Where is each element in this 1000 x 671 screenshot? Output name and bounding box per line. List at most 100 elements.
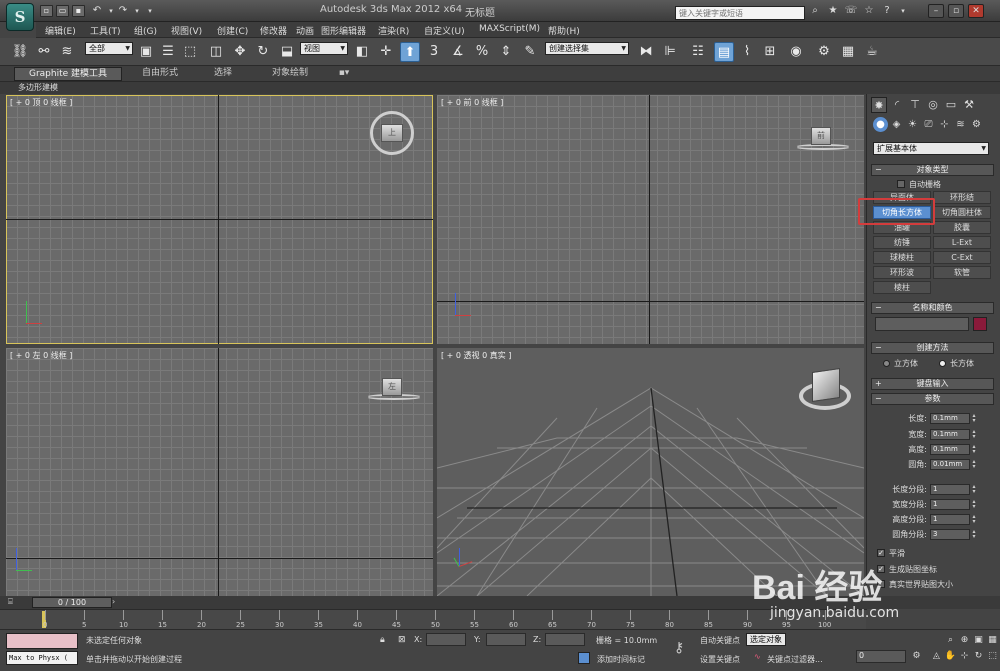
layer-manager-icon[interactable]: ☷ — [688, 42, 708, 62]
rendered-frame-window-icon[interactable]: ▦ — [838, 42, 858, 62]
edit-named-selection-icon[interactable]: ✎ — [520, 42, 540, 62]
viewport-label[interactable]: [ + 0 透视 0 真实 ] — [441, 350, 511, 361]
pan-icon[interactable]: ✋ — [944, 650, 957, 663]
undo-icon[interactable]: ↶ — [90, 5, 104, 18]
fillet-input[interactable]: 0.01mm — [930, 459, 970, 470]
geometry-icon[interactable]: ● — [873, 117, 888, 132]
torus-knot-button[interactable]: 环形结 — [933, 191, 991, 204]
rollout-creation-method[interactable]: − 创建方法 — [871, 342, 994, 354]
ribbon-options-icon[interactable]: ▪▾ — [334, 67, 354, 81]
l-ext-button[interactable]: L-Ext — [933, 236, 991, 249]
zoom-extents-icon[interactable]: ▣ — [972, 634, 985, 647]
select-and-link-icon[interactable]: ⛓ — [10, 42, 30, 62]
tab-freeform[interactable]: 自由形式 — [130, 67, 190, 81]
selection-filter-dropdown[interactable]: 全部 — [85, 42, 133, 55]
time-slider-handle[interactable]: 0 / 100 — [32, 597, 112, 608]
menu-maxscript[interactable]: MAXScript(M) — [479, 24, 540, 34]
set-key-button[interactable]: 设置关键点 — [700, 654, 740, 665]
render-setup-icon[interactable]: ⚙ — [814, 42, 834, 62]
open-file-icon[interactable]: ▭ — [56, 5, 69, 17]
track-bar[interactable]: 0 5 10 15 20 25 30 35 40 45 50 55 60 65 … — [0, 609, 866, 629]
select-and-manipulate-icon[interactable]: ✛ — [376, 42, 396, 62]
z-coordinate-input[interactable] — [545, 633, 585, 646]
graphite-modeling-tools-icon[interactable]: ▤ — [714, 42, 734, 62]
length-input[interactable]: 0.1mm — [930, 413, 970, 424]
menu-help[interactable]: 帮助(H) — [548, 24, 580, 37]
3dsmax-logo-icon[interactable]: S — [6, 3, 34, 31]
unlink-selection-icon[interactable]: ⚯ — [34, 42, 54, 62]
viewport-top[interactable]: [ + 0 顶 0 线框 ] 上 — [6, 95, 433, 344]
viewcube-icon[interactable] — [812, 368, 840, 402]
height-segs-input[interactable]: 1 — [930, 514, 970, 525]
rectangular-selection-icon[interactable]: ⬚ — [180, 42, 200, 62]
chamfer-cyl-button[interactable]: 切角圆柱体 — [933, 206, 991, 219]
bind-to-space-warp-icon[interactable]: ≋ — [57, 42, 77, 62]
menu-customize[interactable]: 自定义(U) — [424, 24, 465, 37]
menu-tools[interactable]: 工具(T) — [90, 24, 121, 37]
tab-graphite-modeling[interactable]: Graphite 建模工具 — [14, 67, 122, 81]
autogrid-checkbox[interactable] — [897, 180, 905, 188]
select-by-name-icon[interactable]: ☰ — [158, 42, 178, 62]
menu-edit[interactable]: 编辑(E) — [45, 24, 76, 37]
zoom-all-icon[interactable]: ⊕ — [958, 634, 971, 647]
width-spinner-icon[interactable]: ▴ ▾ — [971, 429, 977, 440]
snaps-toggle-icon[interactable]: 3 — [424, 42, 444, 62]
current-frame-input[interactable]: 0 — [856, 650, 906, 663]
viewport-label[interactable]: [ + 0 顶 0 线框 ] — [10, 97, 72, 108]
minimize-icon[interactable]: – — [928, 4, 944, 18]
capsule-button[interactable]: 胶囊 — [933, 221, 991, 234]
viewcube-icon[interactable]: 上 — [381, 124, 403, 142]
tab-selection[interactable]: 选择 — [200, 67, 246, 81]
helpers-icon[interactable]: ⊹ — [937, 117, 952, 132]
smooth-checkbox[interactable]: ✓ — [877, 549, 885, 557]
fillet-segs-input[interactable]: 3 — [930, 529, 970, 540]
utilities-tab-icon[interactable]: ⚒ — [961, 97, 977, 113]
zoom-icon[interactable]: ⌕ — [944, 634, 957, 647]
spindle-button[interactable]: 纺锤 — [873, 236, 931, 249]
align-icon[interactable]: ⊫ — [660, 42, 680, 62]
height-segs-spinner-icon[interactable]: ▴ ▾ — [971, 514, 977, 525]
schematic-view-icon[interactable]: ⊞ — [760, 42, 780, 62]
prism-button[interactable]: 棱柱 — [873, 281, 931, 294]
render-production-icon[interactable]: ☕ — [862, 42, 882, 62]
motion-tab-icon[interactable]: ◎ — [925, 97, 941, 113]
fillet-segs-spinner-icon[interactable]: ▴ ▾ — [971, 529, 977, 540]
category-dropdown[interactable]: 扩展基本体 — [873, 142, 989, 155]
height-input[interactable]: 0.1mm — [930, 444, 970, 455]
time-config-icon[interactable]: ⚙ — [910, 650, 923, 663]
select-and-move-icon[interactable]: ✥ — [230, 42, 250, 62]
viewport-perspective[interactable]: [ + 0 透视 0 真实 ] — [437, 348, 864, 596]
angle-snap-icon[interactable]: ∡ — [448, 42, 468, 62]
spinner-snap-icon[interactable]: ⇕ — [496, 42, 516, 62]
modify-tab-icon[interactable]: ◜ — [889, 97, 905, 113]
add-time-tag-button[interactable]: 添加时间标记 — [597, 654, 645, 665]
time-tag-icon[interactable] — [578, 652, 590, 664]
zoom-extents-all-icon[interactable]: ▦ — [986, 634, 999, 647]
search-icon[interactable]: ⌕ — [808, 5, 822, 18]
viewport-label[interactable]: [ + 0 前 0 线框 ] — [441, 97, 503, 108]
maxscript-listener-mini[interactable] — [6, 633, 78, 649]
favorites-icon[interactable]: ☆ — [862, 5, 876, 18]
object-name-input[interactable] — [875, 317, 969, 331]
polygon-modeling-label[interactable]: 多边形建模 — [18, 82, 58, 93]
key-filters-button[interactable]: 关键点过滤器... — [767, 654, 823, 665]
menu-group[interactable]: 组(G) — [134, 24, 157, 37]
space-warps-icon[interactable]: ≋ — [953, 117, 968, 132]
select-object-icon[interactable]: ▣ — [136, 42, 156, 62]
help-dropdown-icon[interactable]: ▾ — [896, 5, 910, 18]
save-file-icon[interactable]: ▪ — [72, 5, 85, 17]
length-segs-spinner-icon[interactable]: ▴ ▾ — [971, 484, 977, 495]
maximize-icon[interactable]: ▫ — [948, 4, 964, 18]
communication-icon[interactable]: ☏ — [844, 5, 858, 18]
absolute-mode-icon[interactable]: ⊠ — [398, 635, 410, 647]
mirror-icon[interactable]: ⧓ — [636, 42, 656, 62]
systems-icon[interactable]: ⚙ — [969, 117, 984, 132]
length-segs-input[interactable]: 1 — [930, 484, 970, 495]
menu-modifiers[interactable]: 修改器 — [260, 24, 287, 37]
x-coordinate-input[interactable] — [426, 633, 466, 646]
create-tab-icon[interactable]: ✸ — [871, 97, 887, 113]
width-segs-spinner-icon[interactable]: ▴ ▾ — [971, 499, 977, 510]
auto-key-button[interactable]: 自动关键点 — [700, 635, 740, 646]
mini-curve-editor-icon[interactable]: ⌸ — [8, 597, 22, 608]
y-coordinate-input[interactable] — [486, 633, 526, 646]
